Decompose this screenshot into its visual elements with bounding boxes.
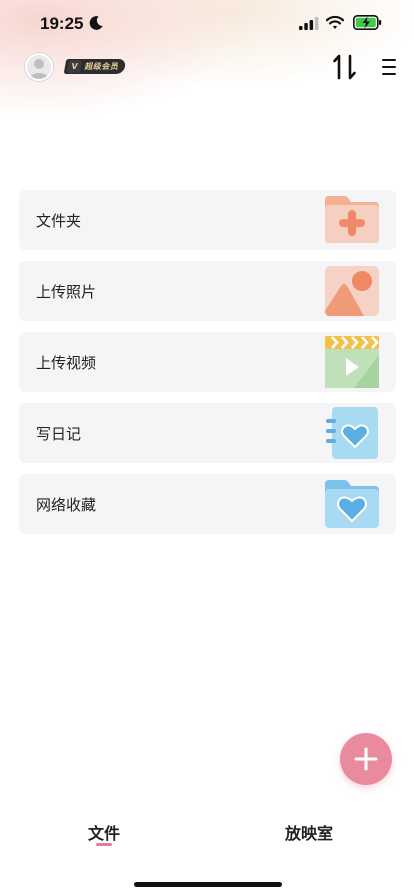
avatar[interactable]	[25, 53, 53, 81]
status-time: 19:25	[40, 14, 84, 33]
list-item-web-favorites[interactable]: 网络收藏	[19, 474, 396, 534]
list-item-label: 上传视频	[36, 354, 97, 372]
video-upload-icon	[325, 336, 379, 388]
active-tab-indicator	[96, 843, 112, 846]
list-item-upload-video[interactable]: 上传视频	[19, 332, 396, 392]
status-bar: 19:25	[0, 0, 414, 48]
vip-label: 超级会员	[84, 62, 120, 71]
list-item-label: 网络收藏	[36, 496, 97, 514]
plus-icon	[354, 747, 378, 771]
tab-cinema[interactable]: 放映室	[285, 820, 333, 844]
header: V 超级会员	[0, 48, 414, 88]
battery-charging-icon	[353, 15, 382, 30]
add-button[interactable]	[340, 733, 392, 785]
folder-add-icon	[325, 196, 379, 243]
list-item-label: 写日记	[36, 425, 82, 443]
action-list: 文件夹 上传照片 上传视频 写日记 网络收藏	[19, 190, 396, 545]
diary-heart-icon	[326, 407, 378, 459]
home-indicator	[134, 882, 282, 887]
tab-files[interactable]: 文件	[88, 820, 120, 844]
list-item-label: 上传照片	[36, 283, 97, 301]
list-item-label: 文件夹	[36, 212, 82, 230]
list-item-write-diary[interactable]: 写日记	[19, 403, 396, 463]
vip-badge[interactable]: V 超级会员	[63, 59, 127, 74]
sort-arrows-icon[interactable]	[333, 53, 357, 81]
list-item-folder[interactable]: 文件夹	[19, 190, 396, 250]
wifi-icon	[326, 15, 344, 29]
heart-folder-icon	[325, 480, 379, 528]
bottom-tab-bar: 文件 放映室	[0, 810, 414, 860]
cellular-signal-icon	[299, 17, 319, 30]
vip-letter: V	[66, 60, 83, 73]
user-avatar-icon	[29, 59, 49, 79]
moon-icon	[89, 16, 103, 30]
list-item-upload-photo[interactable]: 上传照片	[19, 261, 396, 321]
hamburger-menu-icon[interactable]	[381, 57, 397, 77]
photo-upload-icon	[325, 266, 379, 316]
